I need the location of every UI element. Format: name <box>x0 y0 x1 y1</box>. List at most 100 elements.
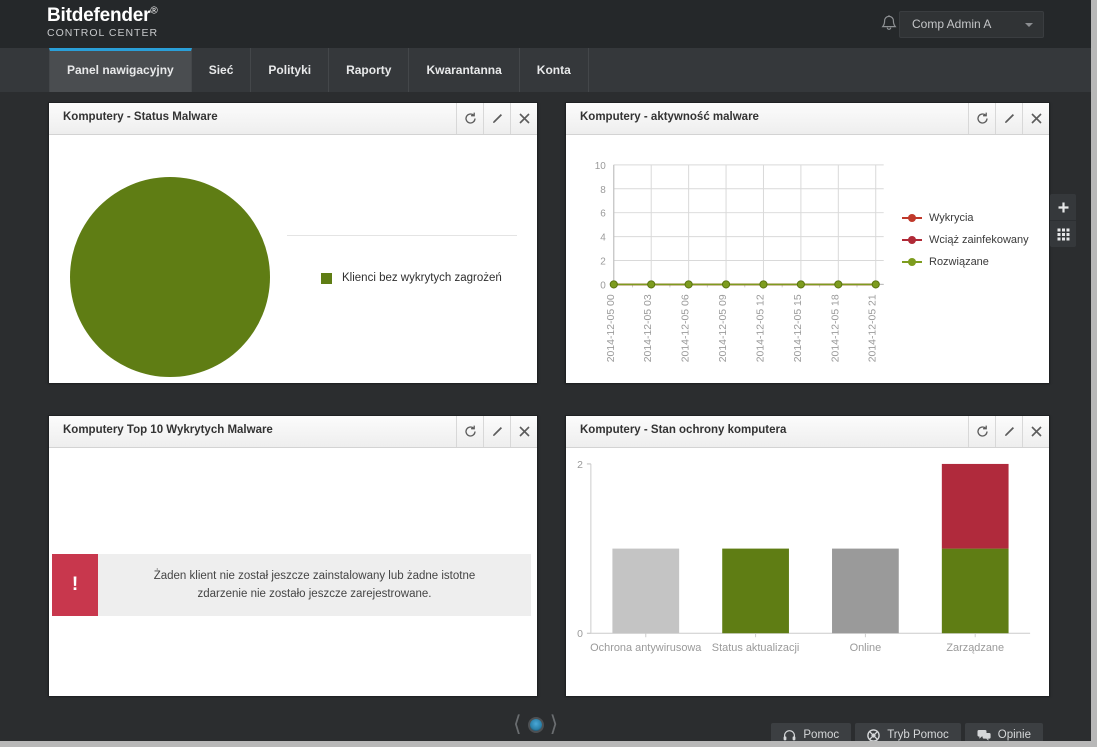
bell-icon[interactable] <box>880 14 898 34</box>
edit-pencil-icon[interactable] <box>995 103 1022 134</box>
brand-logo: Bitdefender® CONTROL CENTER <box>47 6 158 39</box>
portlet-title: Komputery - Stan ochrony komputera <box>580 424 787 436</box>
x-axis-tick-label: 2014-12-05 21 <box>868 294 879 362</box>
nav-tab-label: Konta <box>536 63 571 77</box>
portlet-title: Komputery - Status Malware <box>63 111 218 123</box>
footer-button-1[interactable]: Tryb Pomoc <box>855 723 961 741</box>
portlet-protection-status: Komputery - Stan ochrony komputera 0 2 Och… <box>565 415 1050 696</box>
line-chart-legend: Wykrycia Wciąż zainfekowany Rozwiązane <box>902 207 1029 273</box>
x-axis-category-label: Online <box>850 642 882 654</box>
close-icon[interactable] <box>1022 103 1049 134</box>
portlet-header: Komputery - Status Malware <box>49 103 537 135</box>
lifebuoy-icon <box>867 728 880 741</box>
data-point[interactable] <box>647 280 656 289</box>
data-point[interactable] <box>759 280 768 289</box>
brand-name: Bitdefender® <box>47 5 158 26</box>
nav-tab-0[interactable]: Panel nawigacyjny <box>49 48 192 92</box>
nav-tab-1[interactable]: Sieć <box>192 48 252 92</box>
legend-label: Wciąż zainfekowany <box>929 234 1029 246</box>
bar-segment[interactable] <box>941 548 1009 634</box>
bar-segment[interactable] <box>941 463 1009 549</box>
portlet-header: Komputery - aktywność malware <box>566 103 1049 135</box>
footer-button-label: Tryb Pomoc <box>887 729 949 741</box>
y-axis-tick-label: 0 <box>577 629 583 640</box>
legend-marker <box>902 236 922 244</box>
footer-bar: ⟨ ⟩ Pomoc Tryb Pomoc Opinie <box>0 705 1091 742</box>
page-indicator-dot[interactable] <box>527 717 544 733</box>
legend-label: Rozwiązane <box>929 256 989 268</box>
warning-exclamation-icon: ! <box>52 554 98 616</box>
data-point[interactable] <box>796 280 805 289</box>
nav-tab-4[interactable]: Kwarantanna <box>409 48 520 92</box>
chevron-left-icon[interactable]: ⟨ <box>513 714 522 736</box>
footer-button-2[interactable]: Opinie <box>964 723 1043 742</box>
portlet-actions <box>456 103 537 134</box>
close-icon[interactable] <box>510 103 537 134</box>
legend-marker <box>902 214 922 222</box>
x-axis-tick-label: 2014-12-05 00 <box>606 294 617 362</box>
chat-icon <box>977 729 991 742</box>
legend-item-2[interactable]: Rozwiązane <box>902 251 1029 273</box>
x-axis-category-label: Status aktualizacji <box>712 642 800 654</box>
nav-tab-label: Kwarantanna <box>426 63 502 77</box>
data-point[interactable] <box>871 280 880 289</box>
bar-segment[interactable] <box>722 548 789 634</box>
x-axis-tick-label: 2014-12-05 12 <box>755 294 766 362</box>
pie-legend: Klienci bez wykrytych zagrożeń <box>321 272 502 284</box>
headset-icon <box>783 729 796 742</box>
x-axis-tick-label: 2014-12-05 15 <box>793 294 804 362</box>
legend-swatch <box>321 272 332 284</box>
y-axis-tick-label: 4 <box>600 233 606 244</box>
close-icon[interactable] <box>1022 416 1049 447</box>
portlet-malware-status: Komputery - Status Malware Klienci bez w… <box>48 102 538 383</box>
nav-tab-3[interactable]: Raporty <box>329 48 410 92</box>
portlet-header: Komputery - Stan ochrony komputera <box>566 416 1049 448</box>
data-point[interactable] <box>609 280 618 289</box>
grid-layout-button[interactable] <box>1050 220 1076 247</box>
close-icon[interactable] <box>510 416 537 447</box>
legend-item-1[interactable]: Wciąż zainfekowany <box>902 229 1029 251</box>
refresh-icon[interactable] <box>456 103 483 134</box>
bar-segment[interactable] <box>612 548 680 634</box>
nav-tab-strip: Panel nawigacyjny Sieć Polityki Raporty Kwar… <box>49 48 589 92</box>
nav-tab-5[interactable]: Konta <box>520 48 589 92</box>
data-point[interactable] <box>721 280 731 289</box>
legend-divider <box>287 235 517 236</box>
user-account-label: Comp Admin A <box>912 17 992 31</box>
nav-tab-label: Raporty <box>346 63 392 77</box>
portlet-body: ! Żaden klient nie został jeszcze zainst… <box>49 448 537 696</box>
brand-registered-mark: ® <box>150 5 158 17</box>
portlet-body: 0 2 4 6 8 10 2014-12-05 00 2014-12-05 03 2014-12… <box>566 135 1049 383</box>
x-axis-tick-label: 2014-12-05 09 <box>718 294 729 362</box>
portlet-malware-activity: Komputery - aktywność malware 0 2 4 6 8 10 201… <box>565 102 1050 383</box>
portlet-actions <box>968 103 1049 134</box>
control-center-window: Bitdefender® CONTROL CENTER Comp Admin A… <box>0 0 1097 747</box>
pie-slice-no-threats[interactable] <box>70 177 270 377</box>
user-account-dropdown[interactable]: Comp Admin A <box>899 11 1044 38</box>
edit-pencil-icon[interactable] <box>483 416 510 447</box>
footer-button-0[interactable]: Pomoc <box>771 723 852 742</box>
portlet-title: Komputery - aktywność malware <box>580 111 759 123</box>
refresh-icon[interactable] <box>456 416 483 447</box>
nav-tab-2[interactable]: Polityki <box>251 48 330 92</box>
empty-state-message: Żaden klient nie został jeszcze zainstal… <box>98 554 531 616</box>
dashboard-workspace: Komputery - Status Malware Klienci bez w… <box>0 92 1091 705</box>
x-axis-tick-label: 2014-12-05 06 <box>681 294 692 362</box>
chevron-down-icon <box>1025 23 1033 27</box>
x-axis-tick-label: 2014-12-05 03 <box>643 294 654 362</box>
refresh-icon[interactable] <box>968 416 995 447</box>
data-point[interactable] <box>684 280 693 289</box>
bar-segment[interactable] <box>832 548 899 634</box>
protection-status-bar-chart[interactable]: 0 2 Ochrona antywirusowa Status aktualizacj… <box>566 448 1049 696</box>
add-portlet-button[interactable] <box>1050 194 1076 220</box>
y-axis-tick-label: 8 <box>600 185 606 196</box>
chevron-right-icon[interactable]: ⟩ <box>550 714 559 736</box>
y-axis-tick-label: 10 <box>595 161 607 172</box>
y-axis-tick-label: 2 <box>577 460 583 471</box>
legend-marker <box>902 258 922 266</box>
data-point[interactable] <box>834 280 843 289</box>
edit-pencil-icon[interactable] <box>483 103 510 134</box>
legend-item-0[interactable]: Wykrycia <box>902 207 1029 229</box>
edit-pencil-icon[interactable] <box>995 416 1022 447</box>
refresh-icon[interactable] <box>968 103 995 134</box>
